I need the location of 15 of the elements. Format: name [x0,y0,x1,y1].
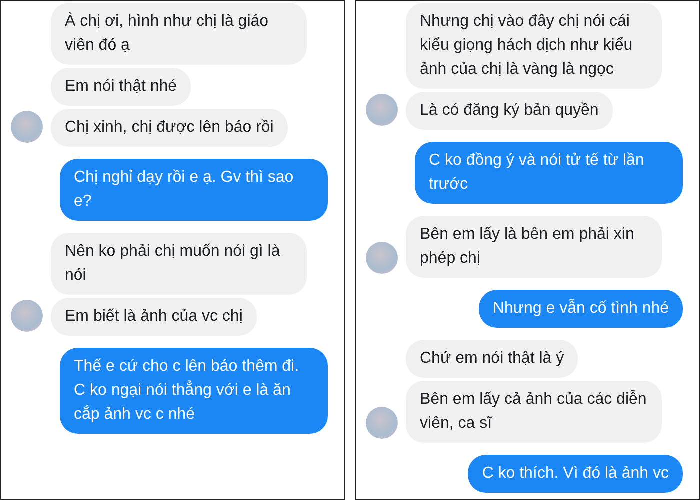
received-message: Là có đăng ký bản quyền [406,92,613,130]
sent-message: C ko thích. Vì đó là ảnh vc [468,455,683,493]
received-message: Em biết là ảnh của vc chị [51,298,257,336]
sent-message: Nhưng e vẫn cố tình nhé [478,290,683,328]
received-message: Nên ko phải chị muốn nói gì là nói [51,233,307,295]
received-message: Chị xinh, chị được lên báo rồi [51,109,288,147]
received-message: Em nói thật nhé [51,68,192,106]
received-message: Bên em lấy là bên em phải xin phép chị [406,216,662,278]
received-message: À chị ơi, hình như chị là giáo viên đó ạ [51,3,307,65]
received-message: Bên em lấy cả ảnh của các diễn viên, ca sĩ [406,381,662,443]
sent-message: Chị nghỉ dạy rồi e ạ. Gv thì sao e? [60,159,328,221]
sent-message: C ko đồng ý và nói tử tế từ lần trước [415,142,683,204]
received-message: Nhưng chị vào đây chị nói cái kiểu giọng hách dịch như kiểu ảnh của chị là vàng là ngọc [406,3,662,89]
sent-message: Thế e cứ cho c lên báo thêm đi. C ko ngại nói thẳng với e là ăn cắp ảnh vc c nhé [60,348,328,434]
received-message: Chứ em nói thật là ý [406,340,578,378]
